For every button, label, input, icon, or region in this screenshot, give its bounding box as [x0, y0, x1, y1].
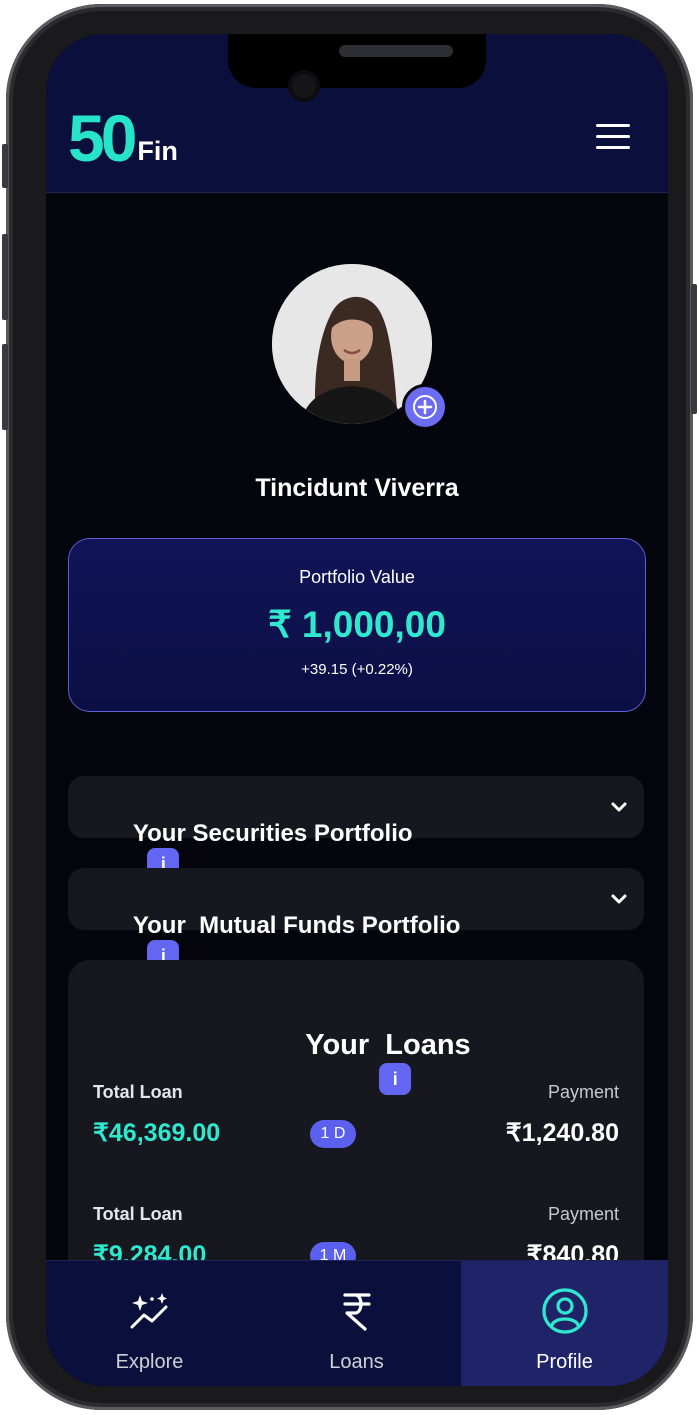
mute-switch — [2, 144, 8, 188]
hamburger-menu-icon[interactable] — [596, 124, 630, 150]
loans-card: Your Loans i Total Loan Payment ₹46,369.… — [68, 960, 644, 1290]
bottom-tab-bar: Explore Loans Profile — [46, 1260, 668, 1386]
total-loan-label: Total Loan — [93, 1204, 183, 1224]
total-loan-amount: ₹46,369.00 — [93, 1119, 221, 1147]
brand-logo[interactable]: 50 Fin — [68, 101, 178, 175]
loan-row[interactable]: Total Loan Payment ₹46,369.00 1 D ₹1,240… — [93, 1082, 619, 1172]
securities-portfolio-title: Your Securities Portfolio — [132, 820, 413, 847]
logo-text: Fin — [137, 136, 178, 166]
sparkle-chart-icon — [130, 1293, 167, 1329]
volume-up-button — [2, 234, 8, 320]
tab-profile-label: Profile — [536, 1351, 593, 1373]
tab-profile[interactable]: Profile — [461, 1261, 668, 1386]
tab-explore-label: Explore — [115, 1351, 184, 1373]
chevron-down-icon — [611, 802, 627, 812]
mutual-funds-portfolio-accordion[interactable]: Your Mutual Funds Portfolio i — [68, 868, 644, 972]
payment-label: Payment — [547, 1082, 619, 1102]
tab-loans[interactable]: Loans — [253, 1261, 460, 1386]
portfolio-value-amount: ₹ 1,000,00 — [268, 604, 446, 645]
payment-label: Payment — [547, 1204, 619, 1224]
tab-explore[interactable]: Explore — [46, 1261, 253, 1386]
profile-avatar-wrap — [272, 264, 448, 430]
portfolio-value-label: Portfolio Value — [299, 567, 415, 587]
period-badge: 1 D — [310, 1120, 356, 1148]
power-button — [691, 284, 697, 414]
profile-name: Tincidunt Viverra — [255, 474, 459, 502]
portfolio-value-card: Portfolio Value ₹ 1,000,00 +39.15 (+0.22… — [68, 538, 646, 712]
volume-down-button — [2, 344, 8, 430]
user-circle-icon — [541, 1288, 588, 1334]
add-photo-button[interactable] — [402, 384, 448, 430]
securities-portfolio-accordion[interactable]: Your Securities Portfolio i — [68, 776, 644, 880]
mutual-funds-portfolio-title: Your Mutual Funds Portfolio — [132, 912, 461, 939]
app-screen: 50 Fin Tincidunt Viverra Portfolio Value… — [46, 34, 668, 1386]
total-loan-label: Total Loan — [93, 1082, 183, 1102]
rupee-icon — [342, 1293, 371, 1331]
payment-amount: ₹1,240.80 — [505, 1119, 619, 1147]
plus-icon — [413, 395, 437, 419]
phone-frame: 50 Fin Tincidunt Viverra Portfolio Value… — [2, 4, 697, 1410]
tab-loans-label: Loans — [329, 1351, 384, 1373]
notch — [228, 34, 486, 88]
chevron-down-icon — [611, 894, 627, 904]
speaker — [339, 45, 453, 57]
loans-title-text: Your Loans — [305, 1029, 471, 1061]
front-camera — [288, 70, 320, 102]
portfolio-value-change: +39.15 (+0.22%) — [301, 661, 413, 678]
logo-number: 50 — [68, 101, 137, 175]
